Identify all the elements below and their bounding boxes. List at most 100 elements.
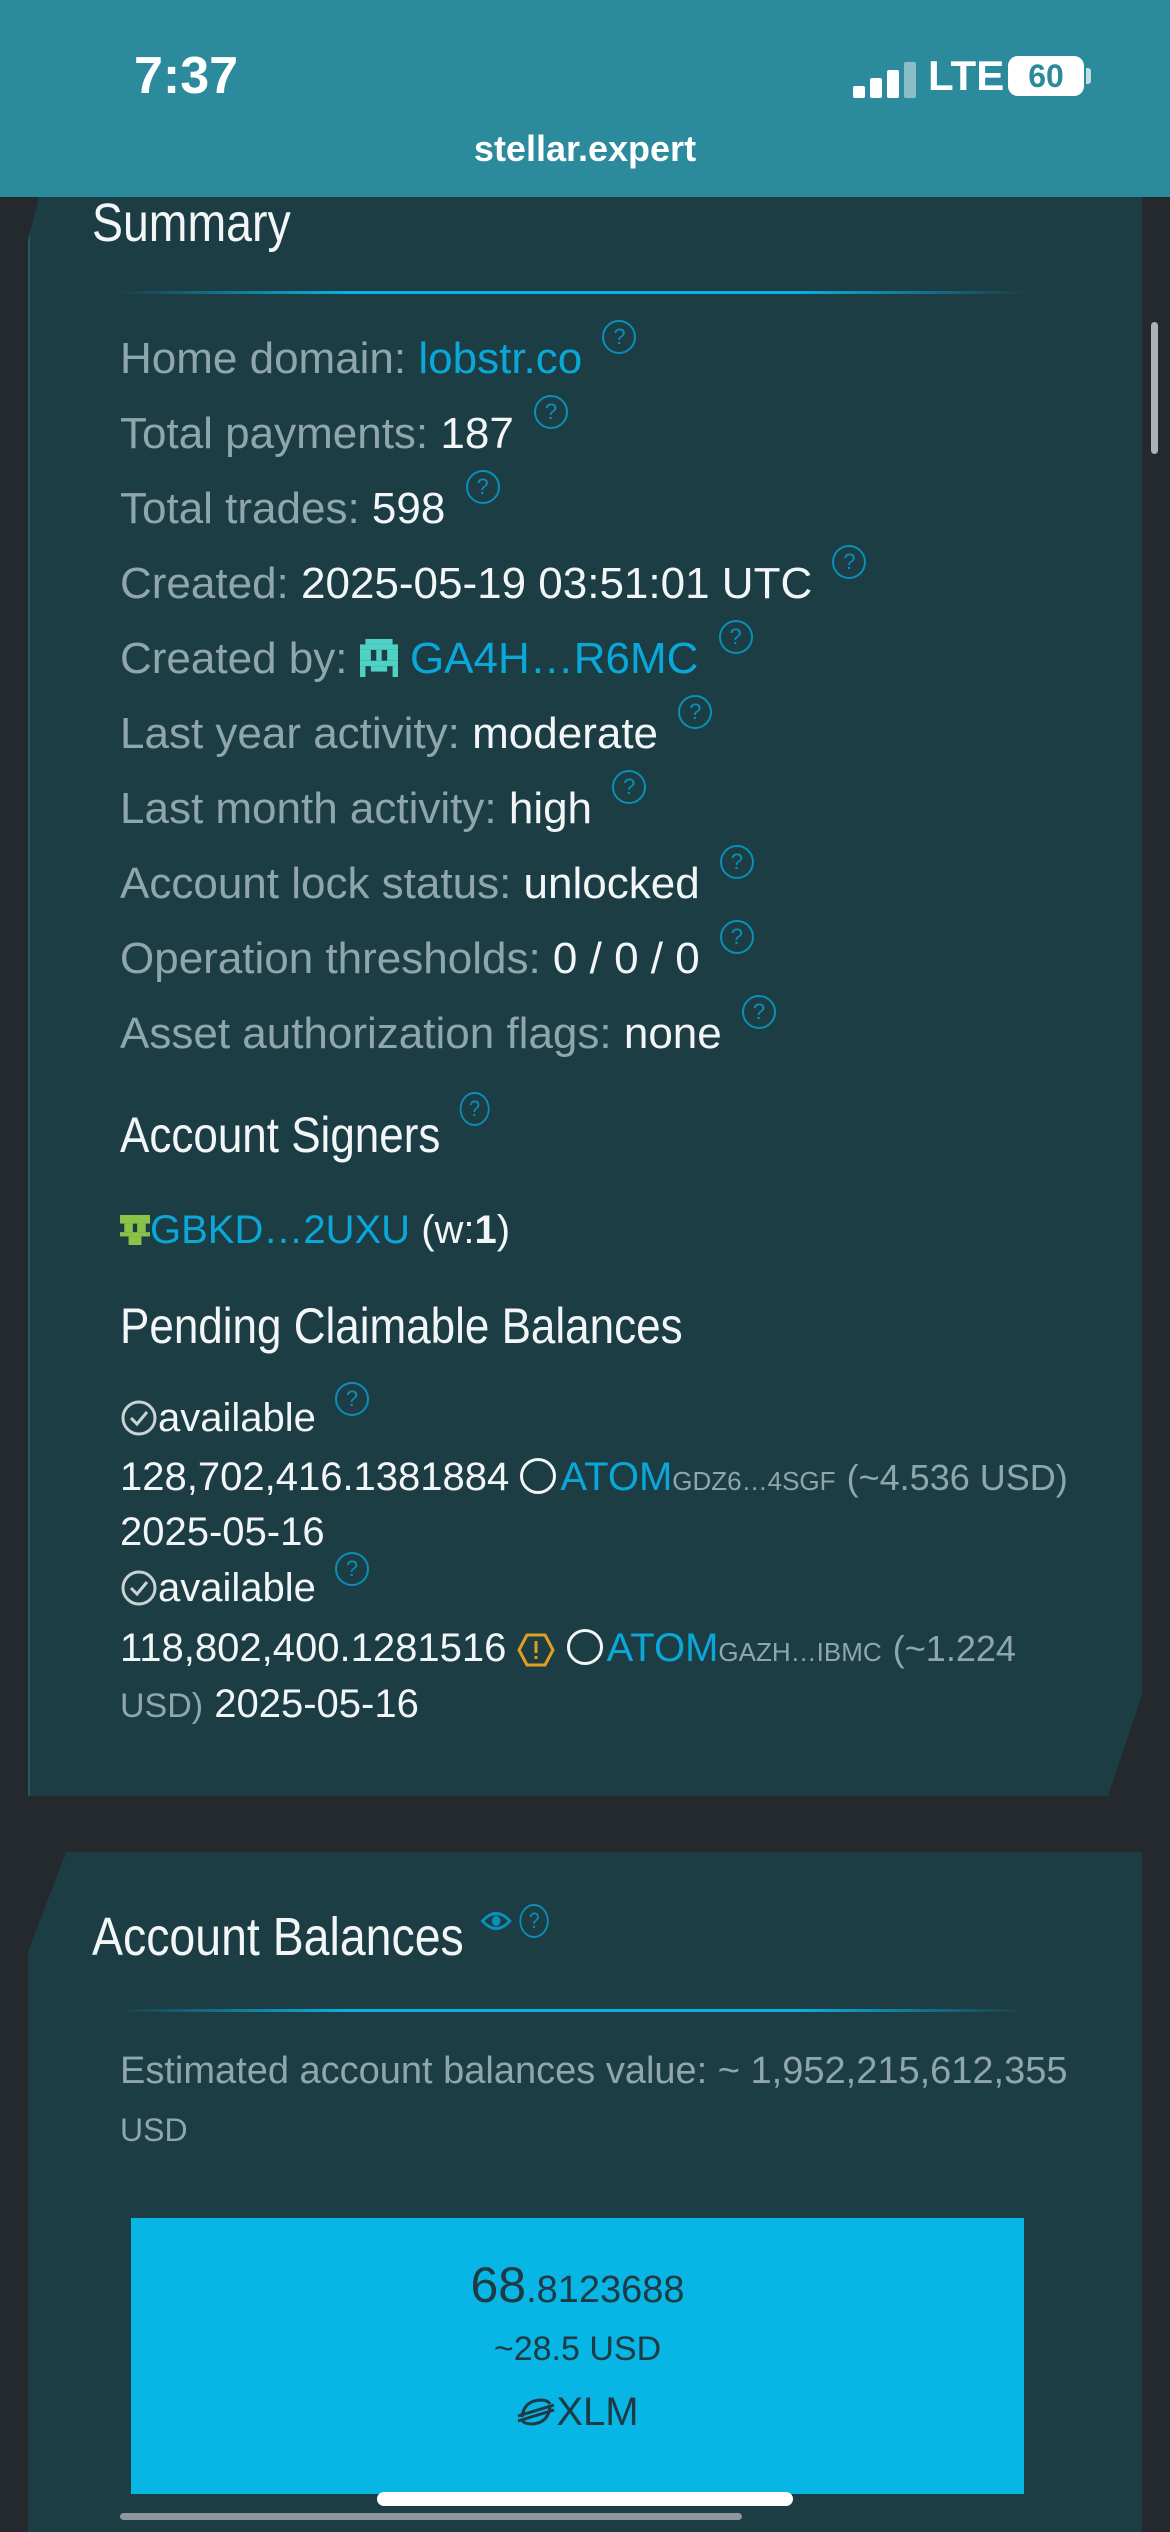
network-type: LTE: [928, 52, 1005, 99]
claimable-amount: 128,702,416.1381884: [120, 1455, 510, 1499]
total-trades-label: Total trades:: [120, 484, 360, 533]
help-icon[interactable]: ?: [335, 1552, 370, 1586]
created-label: Created:: [120, 559, 289, 608]
created-by-link[interactable]: GA4H…R6MC: [410, 634, 699, 683]
thresholds-label: Operation thresholds:: [120, 934, 541, 983]
signer-link[interactable]: GBKD…2UXU: [150, 1208, 410, 1252]
signal-icon: [853, 62, 917, 98]
asset-link[interactable]: ATOM: [560, 1455, 672, 1499]
horizontal-scrollbar[interactable]: [120, 2513, 742, 2520]
claimable-status-row: available ?: [120, 1552, 370, 1611]
help-icon[interactable]: ?: [465, 470, 500, 504]
estimated-value-row: Estimated account balances value: ~ 1,95…: [120, 2050, 1068, 2093]
claimable-date: 2025-05-16: [214, 1682, 419, 1726]
account-identicon-icon: [359, 639, 398, 677]
last-year-label: Last year activity:: [120, 709, 460, 758]
total-payments-value: 187: [440, 409, 514, 458]
summary-divider: [118, 291, 1026, 294]
balance-asset: XLM: [131, 2390, 1024, 2435]
total-payments-label: Total payments:: [120, 409, 429, 458]
battery-cap: [1086, 68, 1091, 84]
summary-title: Summary: [92, 193, 291, 253]
claimable-date: 2025-05-16: [120, 1510, 325, 1554]
home-indicator[interactable]: [377, 2492, 793, 2506]
balance-asset-code: XLM: [556, 2390, 639, 2434]
stellar-logo-icon: [517, 2398, 555, 2426]
auth-flags-row: Asset authorization flags: none ?: [120, 995, 776, 1059]
eye-icon[interactable]: [480, 1906, 513, 1936]
home-domain-label: Home domain:: [120, 334, 407, 383]
balance-amount-dec: .8123688: [526, 2269, 685, 2311]
help-icon[interactable]: ?: [459, 1092, 490, 1126]
status-time: 7:37: [134, 47, 239, 105]
help-icon[interactable]: ?: [832, 545, 867, 579]
last-year-value: moderate: [472, 709, 659, 758]
estimated-value: Estimated account balances value: ~ 1,95…: [120, 2050, 1068, 2092]
check-circle-icon: [121, 1400, 157, 1436]
warning-icon: [517, 1633, 556, 1667]
balances-title-text: Account Balances: [92, 1907, 464, 1967]
help-icon[interactable]: ?: [534, 395, 569, 429]
help-icon[interactable]: ?: [718, 620, 753, 654]
last-month-row: Last month activity: high ?: [120, 770, 647, 834]
signer-identicon-icon: [120, 1215, 150, 1245]
created-row: Created: 2025-05-19 03:51:01 UTC ?: [120, 545, 867, 609]
signer-weight: 1: [474, 1208, 497, 1252]
help-icon[interactable]: ?: [602, 320, 637, 354]
home-domain-row: Home domain: lobstr.co ?: [120, 320, 637, 384]
claimable-usd: (~1.224: [892, 1628, 1016, 1669]
asset-circle-icon: [566, 1629, 603, 1666]
lock-status-value: unlocked: [523, 859, 700, 908]
signers-title-text: Account Signers: [120, 1107, 441, 1163]
thresholds-value: 0 / 0 / 0: [552, 934, 700, 983]
claimable-usd-cont: USD): [120, 1687, 204, 1725]
help-icon[interactable]: ?: [719, 845, 754, 879]
asset-link[interactable]: ATOM: [607, 1626, 719, 1670]
claimable-title: Pending Claimable Balances: [120, 1298, 683, 1354]
asset-circle-icon: [520, 1458, 557, 1495]
balance-amount: 68.8123688: [131, 2256, 1024, 2314]
help-icon[interactable]: ?: [719, 920, 754, 954]
lock-status-row: Account lock status: unlocked ?: [120, 845, 754, 909]
vertical-scrollbar[interactable]: [1151, 322, 1158, 454]
check-circle-icon: [121, 1570, 157, 1606]
thresholds-row: Operation thresholds: 0 / 0 / 0 ?: [120, 920, 754, 984]
last-month-label: Last month activity:: [120, 784, 497, 833]
total-trades-value: 598: [371, 484, 446, 533]
asset-issuer: GDZ6…4SGF: [672, 1466, 836, 1496]
last-year-row: Last year activity: moderate ?: [120, 695, 713, 759]
last-month-value: high: [508, 784, 593, 833]
total-payments-row: Total payments: 187 ?: [120, 395, 569, 459]
xlm-balance-card[interactable]: 68.8123688 ~28.5 USD XLM: [131, 2218, 1024, 2494]
help-icon[interactable]: ?: [335, 1382, 370, 1416]
address-bar[interactable]: stellar.expert: [0, 128, 1170, 170]
auth-flags-label: Asset authorization flags:: [120, 1009, 612, 1058]
balances-divider: [118, 2009, 1026, 2012]
signer-weight-suffix: ): [496, 1208, 511, 1252]
signers-title: Account Signers ?: [120, 1092, 490, 1164]
status-bar: 7:37 LTE 60 stellar.expert: [0, 0, 1170, 197]
claimable-amount: 118,802,400.1281516: [120, 1626, 507, 1670]
signer-weight-prefix: (w:: [421, 1208, 475, 1252]
total-trades-row: Total trades: 598 ?: [120, 470, 500, 534]
created-value: 2025-05-19 03:51:01 UTC: [301, 559, 813, 608]
claimable-usd: (~4.536 USD): [846, 1457, 1068, 1498]
asset-issuer: GAZH…IBMC: [718, 1637, 882, 1667]
claimable-status-row: available ?: [120, 1382, 370, 1441]
battery-icon: 60: [1008, 56, 1084, 96]
created-by-row: Created by: GA4H…R6MC ?: [120, 620, 753, 684]
help-icon[interactable]: ?: [519, 1904, 549, 1938]
claimable-date-row: 2025-05-16: [120, 1510, 325, 1555]
created-by-label: Created by:: [120, 634, 348, 683]
home-domain-link[interactable]: lobstr.co: [418, 334, 582, 383]
estimated-value-unit: USD: [120, 2112, 188, 2148]
claimable-date-row: USD) 2025-05-16: [120, 1682, 419, 1727]
balance-amount-int: 68: [470, 2257, 527, 2313]
signer-row: GBKD…2UXU (w:1): [120, 1208, 510, 1253]
lock-status-label: Account lock status:: [120, 859, 512, 908]
claimable-status: available: [158, 1396, 316, 1440]
estimated-value-unit-row: USD: [120, 2112, 188, 2149]
help-icon[interactable]: ?: [612, 770, 647, 804]
help-icon[interactable]: ?: [741, 995, 776, 1029]
help-icon[interactable]: ?: [678, 695, 713, 729]
